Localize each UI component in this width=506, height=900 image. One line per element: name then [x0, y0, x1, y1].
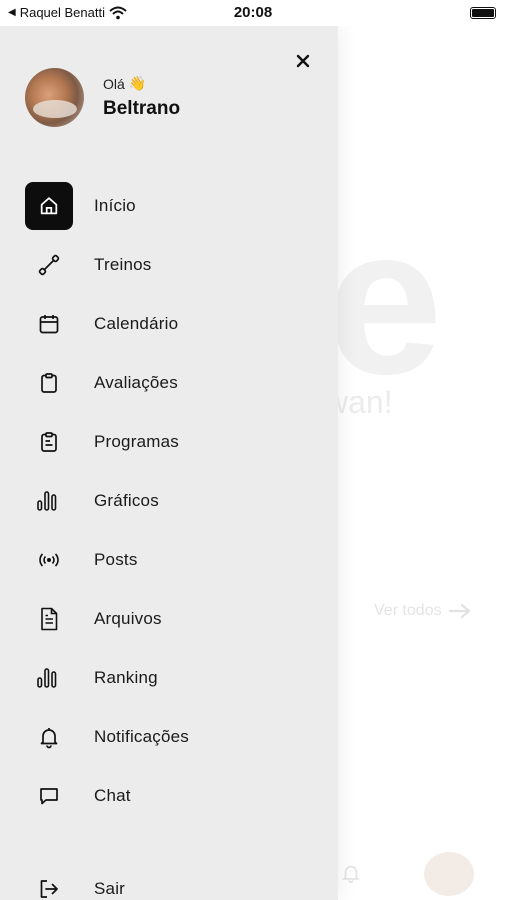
menu-item-chat[interactable]: Chat [25, 772, 315, 820]
user-name: Beltrano [103, 98, 181, 119]
background-bell-icon [340, 862, 362, 884]
bell-icon [25, 713, 73, 761]
file-icon [25, 595, 73, 643]
menu-item-posts[interactable]: Posts [25, 536, 315, 584]
menu-label: Notificações [94, 727, 189, 746]
menu-item-avaliacoes[interactable]: Avaliações [25, 359, 315, 407]
menu-label: Arquivos [94, 609, 162, 628]
background-logo: e [326, 183, 443, 418]
menu-label: Calendário [94, 314, 179, 333]
home-icon [25, 182, 73, 230]
menu-item-programas[interactable]: Programas [25, 418, 315, 466]
broadcast-icon [25, 536, 73, 584]
menu-label: Sair [94, 879, 126, 898]
menu-label: Chat [94, 786, 131, 805]
menu-label: Avaliações [94, 373, 178, 392]
status-time: 20:08 [233, 4, 273, 21]
menu-item-treinos[interactable]: Treinos [25, 241, 315, 289]
avatar [25, 68, 84, 127]
bar-chart-icon [25, 477, 73, 525]
status-bar: ◀ Raquel Benatti 20:08 [0, 0, 506, 26]
user-profile[interactable]: Olá 👋 Beltrano [25, 68, 180, 127]
chat-icon [25, 772, 73, 820]
menu-label: Treinos [94, 255, 152, 274]
calendar-icon [25, 300, 73, 348]
menu-item-sair[interactable]: Sair [25, 865, 315, 900]
greeting-line: Olá 👋 [103, 75, 180, 92]
menu-label: Ranking [94, 668, 158, 687]
menu-item-calendario[interactable]: Calendário [25, 300, 315, 348]
see-all-link: Ver todos [374, 602, 472, 620]
dumbbell-icon [25, 241, 73, 289]
navigation-drawer: Olá 👋 Beltrano Início Treinos Calendário… [0, 26, 338, 900]
clipboard-list-icon [25, 418, 73, 466]
close-drawer-button[interactable] [290, 48, 316, 74]
ranking-icon [25, 654, 73, 702]
menu-item-arquivos[interactable]: Arquivos [25, 595, 315, 643]
waving-hand-icon: 👋 [128, 75, 147, 91]
arrow-right-icon [448, 603, 472, 619]
menu-label: Início [94, 196, 136, 215]
logout-icon [25, 865, 73, 900]
clipboard-icon [25, 359, 73, 407]
background-avatar [424, 852, 474, 896]
menu-item-graficos[interactable]: Gráficos [25, 477, 315, 525]
menu-label: Gráficos [94, 491, 159, 510]
menu-item-ranking[interactable]: Ranking [25, 654, 315, 702]
greeting-text: Olá [103, 75, 125, 92]
menu-label: Programas [94, 432, 179, 451]
menu-item-notificacoes[interactable]: Notificações [25, 713, 315, 761]
menu-label: Posts [94, 550, 138, 569]
battery-icon [470, 7, 496, 19]
see-all-label: Ver todos [374, 602, 442, 619]
close-icon [296, 54, 310, 68]
menu-item-inicio[interactable]: Início [25, 182, 315, 230]
